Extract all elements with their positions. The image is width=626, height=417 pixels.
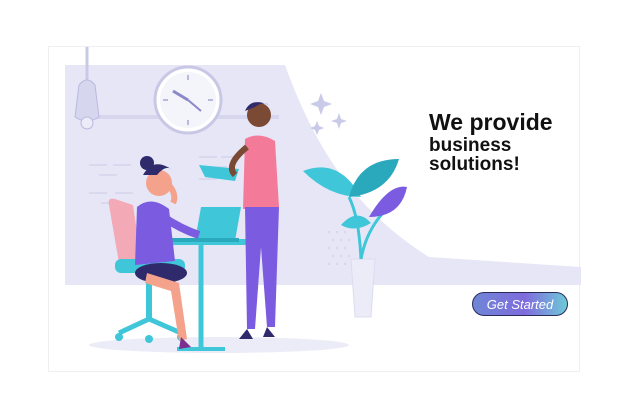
office-illustration [65, 47, 581, 353]
wall-clock-icon [153, 65, 223, 135]
hero-headline: We provide business solutions! [429, 109, 579, 175]
headline-line-2: business solutions! [429, 135, 520, 175]
sparkle-icon [310, 93, 347, 135]
pendant-lamp-icon [74, 47, 100, 130]
get-started-button[interactable]: Get Started [472, 292, 568, 316]
hero-card: We provide business solutions! Get Start… [48, 46, 581, 372]
headline-line-1: We provide [429, 109, 553, 135]
